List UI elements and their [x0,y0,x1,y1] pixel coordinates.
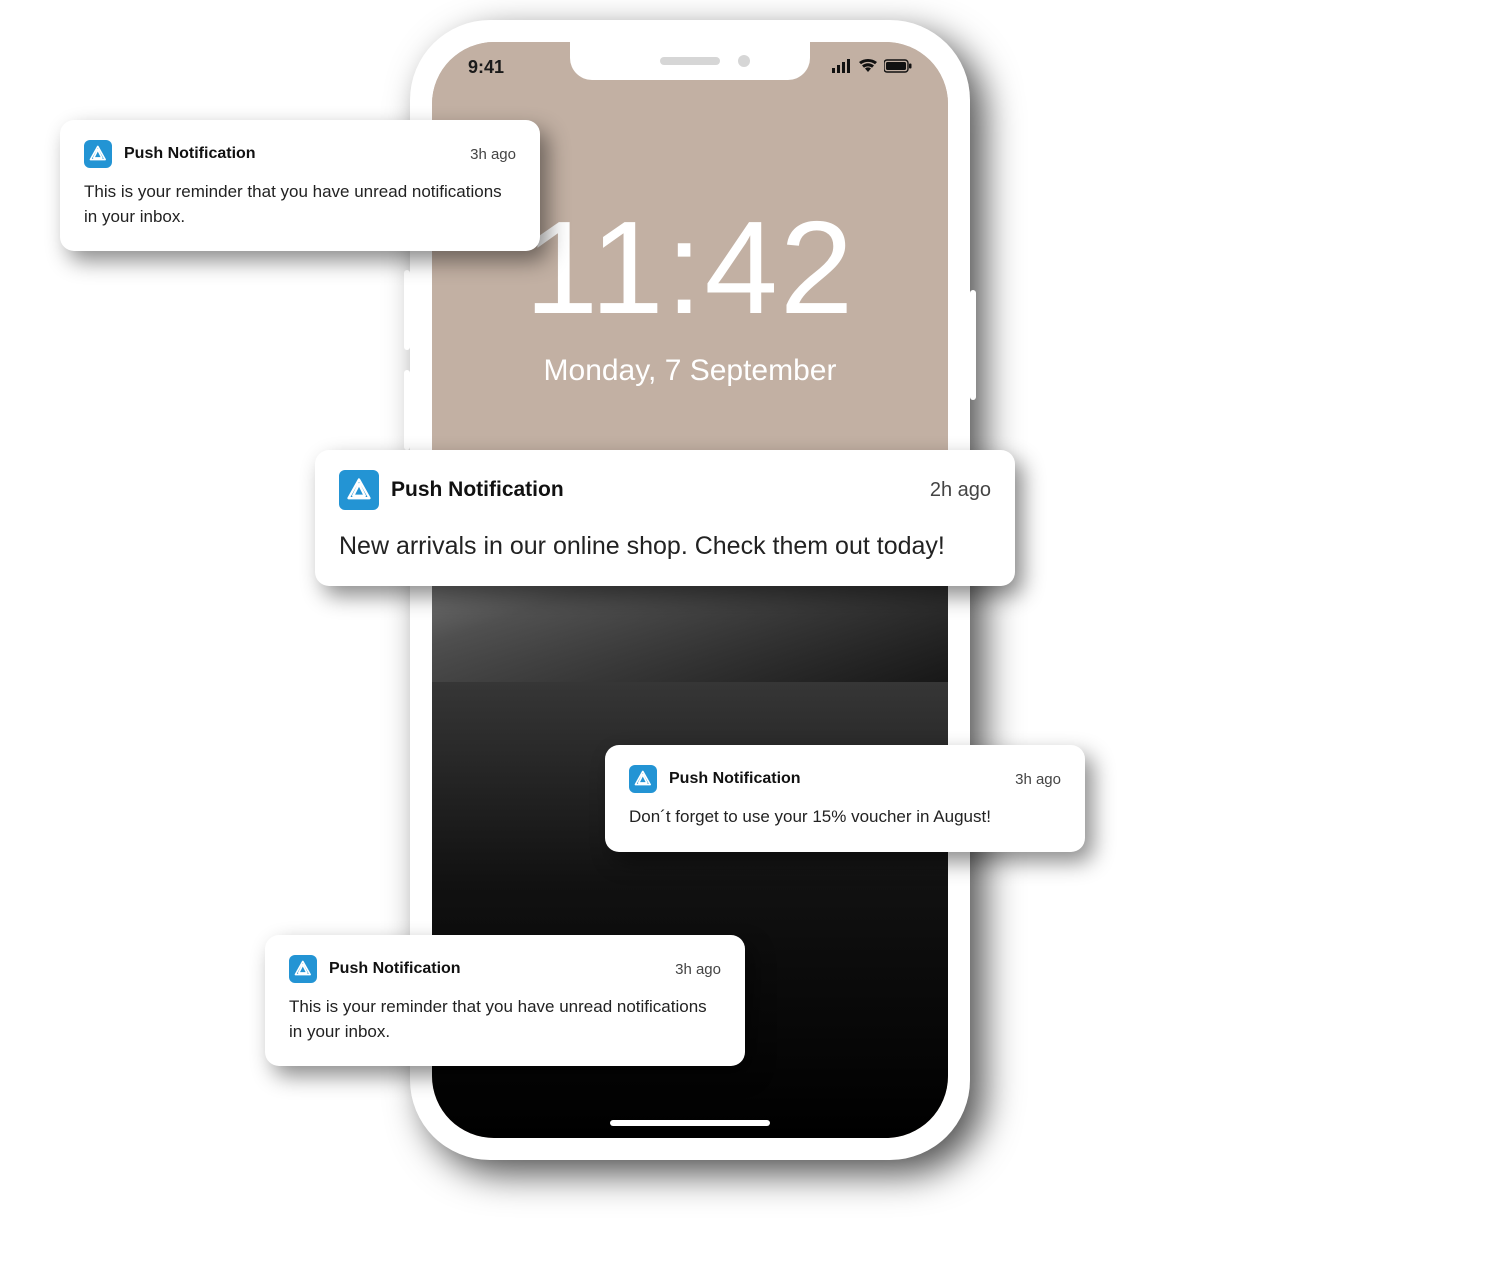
app-icon [339,470,379,510]
phone-side-button [970,290,976,400]
phone-side-button [404,370,410,450]
notification-body: This is your reminder that you have unre… [289,995,721,1044]
notification-card[interactable]: Push Notification 3h ago Don´t forget to… [605,745,1085,852]
notification-body: Don´t forget to use your 15% voucher in … [629,805,1061,830]
notification-time: 2h ago [930,479,991,502]
app-icon [289,955,317,983]
notification-time: 3h ago [1015,771,1061,788]
notification-body: New arrivals in our online shop. Check t… [339,528,991,564]
notification-time: 3h ago [470,146,516,163]
clock-date: Monday, 7 September [432,354,948,388]
notification-card[interactable]: Push Notification 3h ago This is your re… [265,935,745,1066]
app-icon [84,140,112,168]
phone-notch [570,42,810,80]
speaker-icon [660,57,720,65]
notification-card[interactable]: Push Notification 2h ago New arrivals in… [315,450,1015,586]
signal-icon [832,57,852,78]
camera-icon [738,55,750,67]
notification-time: 3h ago [675,961,721,978]
status-time: 9:41 [468,57,504,78]
phone-side-button [404,270,410,350]
notification-body: This is your reminder that you have unre… [84,180,516,229]
notification-title: Push Notification [329,960,461,978]
app-icon [629,765,657,793]
notification-card[interactable]: Push Notification 3h ago This is your re… [60,120,540,251]
notification-title: Push Notification [124,145,256,163]
notification-title: Push Notification [669,770,801,788]
wifi-icon [858,57,878,78]
home-indicator [610,1120,770,1126]
notification-title: Push Notification [391,478,564,502]
battery-icon [884,57,912,78]
